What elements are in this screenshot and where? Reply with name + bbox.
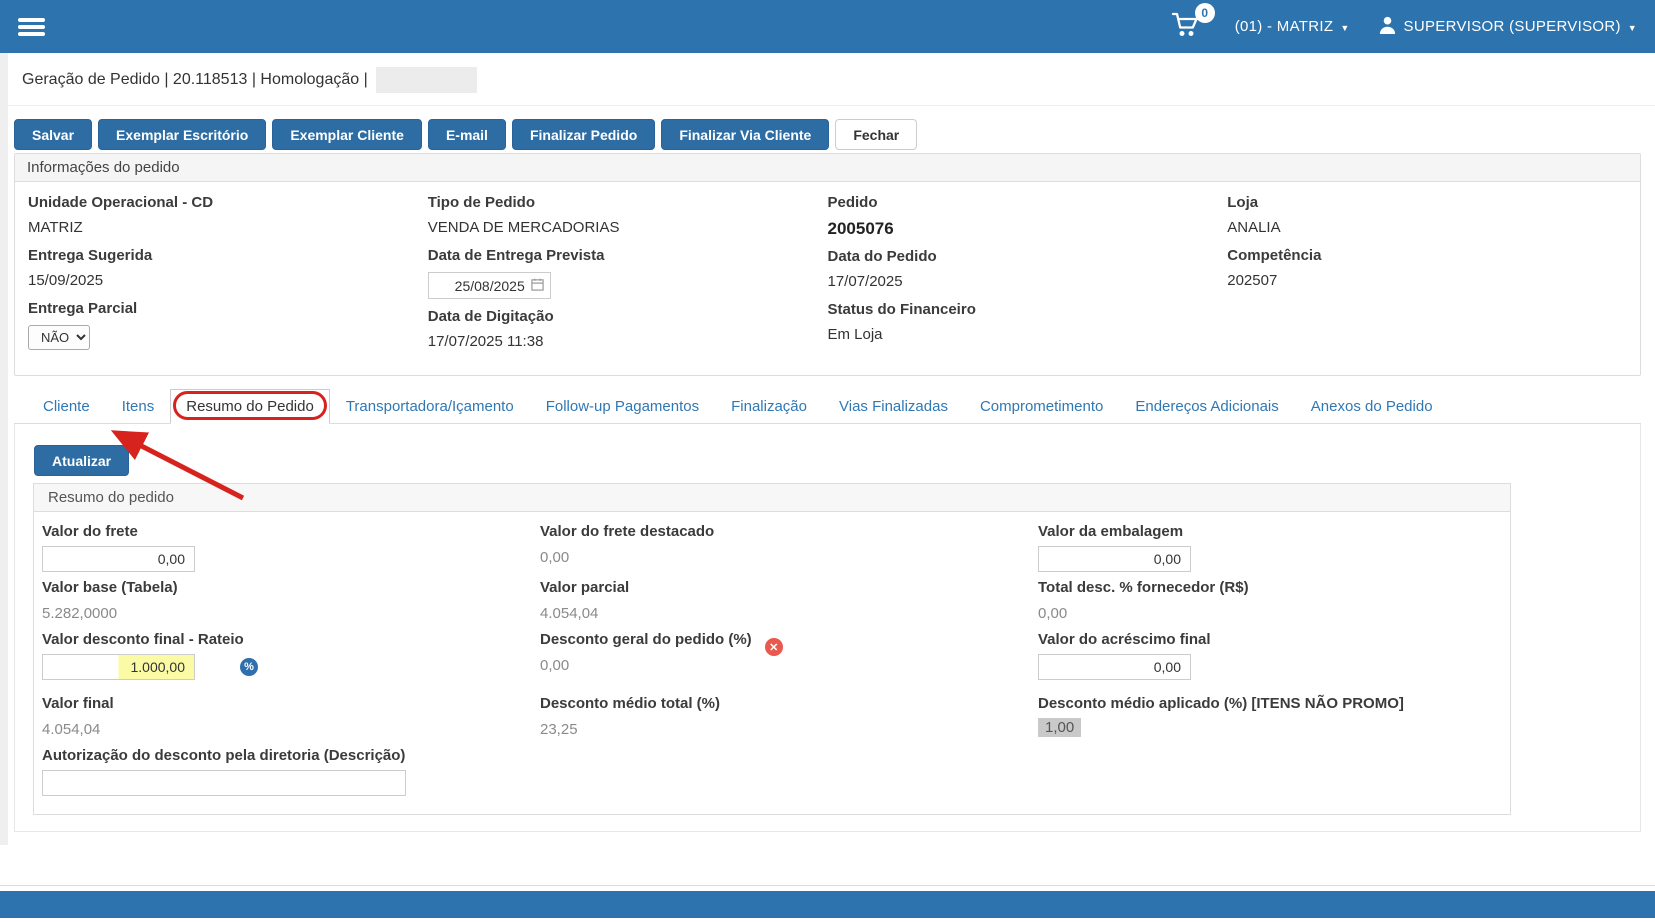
breadcrumb-text: Geração de Pedido | 20.118513 | Homologa… (22, 71, 368, 89)
atualizar-button[interactable]: Atualizar (34, 445, 129, 476)
digitacao-value: 17/07/2025 11:38 (428, 333, 828, 350)
tab-content-resumo: Atualizar Resumo do pedido Valor do fret… (14, 424, 1641, 832)
finalizar-via-cliente-button[interactable]: Finalizar Via Cliente (661, 119, 829, 150)
frete-destacado-label: Valor do frete destacado (540, 523, 1038, 540)
resumo-panel: Resumo do pedido Valor do frete Valor do… (33, 483, 1511, 815)
entrega-sugerida-label: Entrega Sugerida (28, 247, 428, 264)
order-info-panel: Informações do pedido Unidade Operaciona… (14, 153, 1641, 376)
desconto-medio-total-value: 23,25 (540, 718, 1038, 738)
valor-final-label: Valor final (42, 695, 540, 712)
breadcrumb: Geração de Pedido | 20.118513 | Homologa… (0, 53, 1655, 106)
chevron-down-icon: ▼ (1340, 23, 1349, 33)
user-label: SUPERVISOR (SUPERVISOR) (1404, 18, 1621, 35)
hamburger-menu-icon[interactable] (18, 18, 45, 36)
tab-resumo-label: Resumo do Pedido (186, 398, 314, 415)
company-menu[interactable]: (01) - MATRIZ ▼ (1235, 18, 1350, 35)
order-info-title: Informações do pedido (15, 154, 1640, 182)
tab-enderecos-adicionais[interactable]: Endereços Adicionais (1119, 389, 1294, 424)
embalagem-input[interactable] (1038, 546, 1191, 572)
bottom-blue-bar (0, 891, 1655, 918)
cart-count-badge: 0 (1195, 3, 1215, 23)
entrega-parcial-label: Entrega Parcial (28, 300, 428, 317)
entrega-parcial-select[interactable]: NÃO (28, 325, 90, 350)
desconto-rateio-label: Valor desconto final - Rateio (42, 631, 540, 648)
action-toolbar: Salvar Exemplar Escritório Exemplar Clie… (14, 119, 1641, 150)
valor-parcial-label: Valor parcial (540, 579, 1038, 596)
calendar-icon[interactable] (531, 278, 544, 294)
order-info-col-1: Unidade Operacional - CD MATRIZ Entrega … (28, 194, 428, 361)
status-financeiro-label: Status do Financeiro (828, 301, 1228, 318)
order-info-col-4: Loja ANALIA Competência 202507 (1227, 194, 1627, 361)
entrega-prevista-value: 25/08/2025 (455, 278, 525, 294)
valor-base-value: 5.282,0000 (42, 602, 540, 622)
cart-icon (1171, 25, 1201, 42)
order-info-col-3: Pedido 2005076 Data do Pedido 17/07/2025… (828, 194, 1228, 361)
competencia-value: 202507 (1227, 272, 1627, 289)
loja-label: Loja (1227, 194, 1627, 211)
tipo-pedido-label: Tipo de Pedido (428, 194, 828, 211)
valor-frete-input[interactable] (42, 546, 195, 572)
valor-parcial-value: 4.054,04 (540, 602, 1038, 622)
finalizar-pedido-button[interactable]: Finalizar Pedido (512, 119, 655, 150)
frete-destacado-value: 0,00 (540, 546, 1038, 566)
left-edge-strip (0, 53, 8, 845)
desconto-medio-aplicado-value: 1,00 (1038, 718, 1081, 737)
tab-followup-pagamentos[interactable]: Follow-up Pagamentos (530, 389, 715, 424)
topbar: 0 (01) - MATRIZ ▼ SUPERVISOR (SUPERVISOR… (0, 0, 1655, 53)
tab-cliente[interactable]: Cliente (27, 389, 106, 424)
total-desc-fornecedor-value: 0,00 (1038, 602, 1502, 622)
desconto-medio-total-label: Desconto médio total (%) (540, 695, 1038, 712)
acrescimo-input[interactable] (1038, 654, 1191, 680)
fechar-button[interactable]: Fechar (835, 119, 917, 150)
unidade-value: MATRIZ (28, 219, 428, 236)
desconto-rateio-input[interactable] (42, 654, 195, 680)
entrega-sugerida-value: 15/09/2025 (28, 272, 428, 289)
tab-finalizacao[interactable]: Finalização (715, 389, 823, 424)
entrega-prevista-input[interactable]: 25/08/2025 (428, 272, 551, 299)
tab-transportadora-icamento[interactable]: Transportadora/Içamento (330, 389, 530, 424)
tab-anexos-do-pedido[interactable]: Anexos do Pedido (1295, 389, 1449, 424)
remove-icon[interactable]: ✕ (765, 638, 783, 656)
pedido-label: Pedido (828, 194, 1228, 211)
digitacao-label: Data de Digitação (428, 308, 828, 325)
tab-resumo-do-pedido[interactable]: Resumo do Pedido (170, 389, 330, 424)
autorizacao-label: Autorização do desconto pela diretoria (… (42, 747, 1038, 764)
percent-icon[interactable]: % (240, 658, 258, 676)
status-financeiro-value: Em Loja (828, 326, 1228, 343)
desconto-geral-label: Desconto geral do pedido (%) (540, 631, 752, 648)
valor-final-value: 4.054,04 (42, 718, 540, 738)
redacted-client-name (376, 67, 477, 93)
company-label: (01) - MATRIZ (1235, 18, 1334, 35)
data-pedido-value: 17/07/2025 (828, 273, 1228, 290)
valor-base-label: Valor base (Tabela) (42, 579, 540, 596)
order-tabs: Cliente Itens Resumo do Pedido Transport… (14, 389, 1641, 424)
chevron-down-icon: ▼ (1628, 23, 1637, 33)
unidade-label: Unidade Operacional - CD (28, 194, 428, 211)
tab-vias-finalizadas[interactable]: Vias Finalizadas (823, 389, 964, 424)
desconto-geral-value: 0,00 (540, 654, 1038, 674)
entrega-prevista-label: Data de Entrega Prevista (428, 247, 828, 264)
salvar-button[interactable]: Salvar (14, 119, 92, 150)
data-pedido-label: Data do Pedido (828, 248, 1228, 265)
embalagem-label: Valor da embalagem (1038, 523, 1502, 540)
cart-button[interactable]: 0 (1171, 11, 1207, 43)
resumo-panel-title: Resumo do pedido (34, 484, 1510, 512)
order-info-col-2: Tipo de Pedido VENDA DE MERCADORIAS Data… (428, 194, 828, 361)
exemplar-escritorio-button[interactable]: Exemplar Escritório (98, 119, 266, 150)
valor-frete-label: Valor do frete (42, 523, 540, 540)
tab-itens[interactable]: Itens (106, 389, 171, 424)
tab-comprometimento[interactable]: Comprometimento (964, 389, 1119, 424)
competencia-label: Competência (1227, 247, 1627, 264)
total-desc-fornecedor-label: Total desc. % fornecedor (R$) (1038, 579, 1502, 596)
user-icon (1378, 15, 1397, 38)
tipo-pedido-value: VENDA DE MERCADORIAS (428, 219, 828, 236)
loja-value: ANALIA (1227, 219, 1627, 236)
desconto-medio-aplicado-label: Desconto médio aplicado (%) [ITENS NÃO P… (1038, 695, 1502, 712)
email-button[interactable]: E-mail (428, 119, 506, 150)
pedido-value: 2005076 (828, 219, 1228, 239)
user-menu[interactable]: SUPERVISOR (SUPERVISOR) ▼ (1378, 15, 1637, 38)
acrescimo-label: Valor do acréscimo final (1038, 631, 1502, 648)
exemplar-cliente-button[interactable]: Exemplar Cliente (272, 119, 422, 150)
autorizacao-input[interactable] (42, 770, 406, 796)
